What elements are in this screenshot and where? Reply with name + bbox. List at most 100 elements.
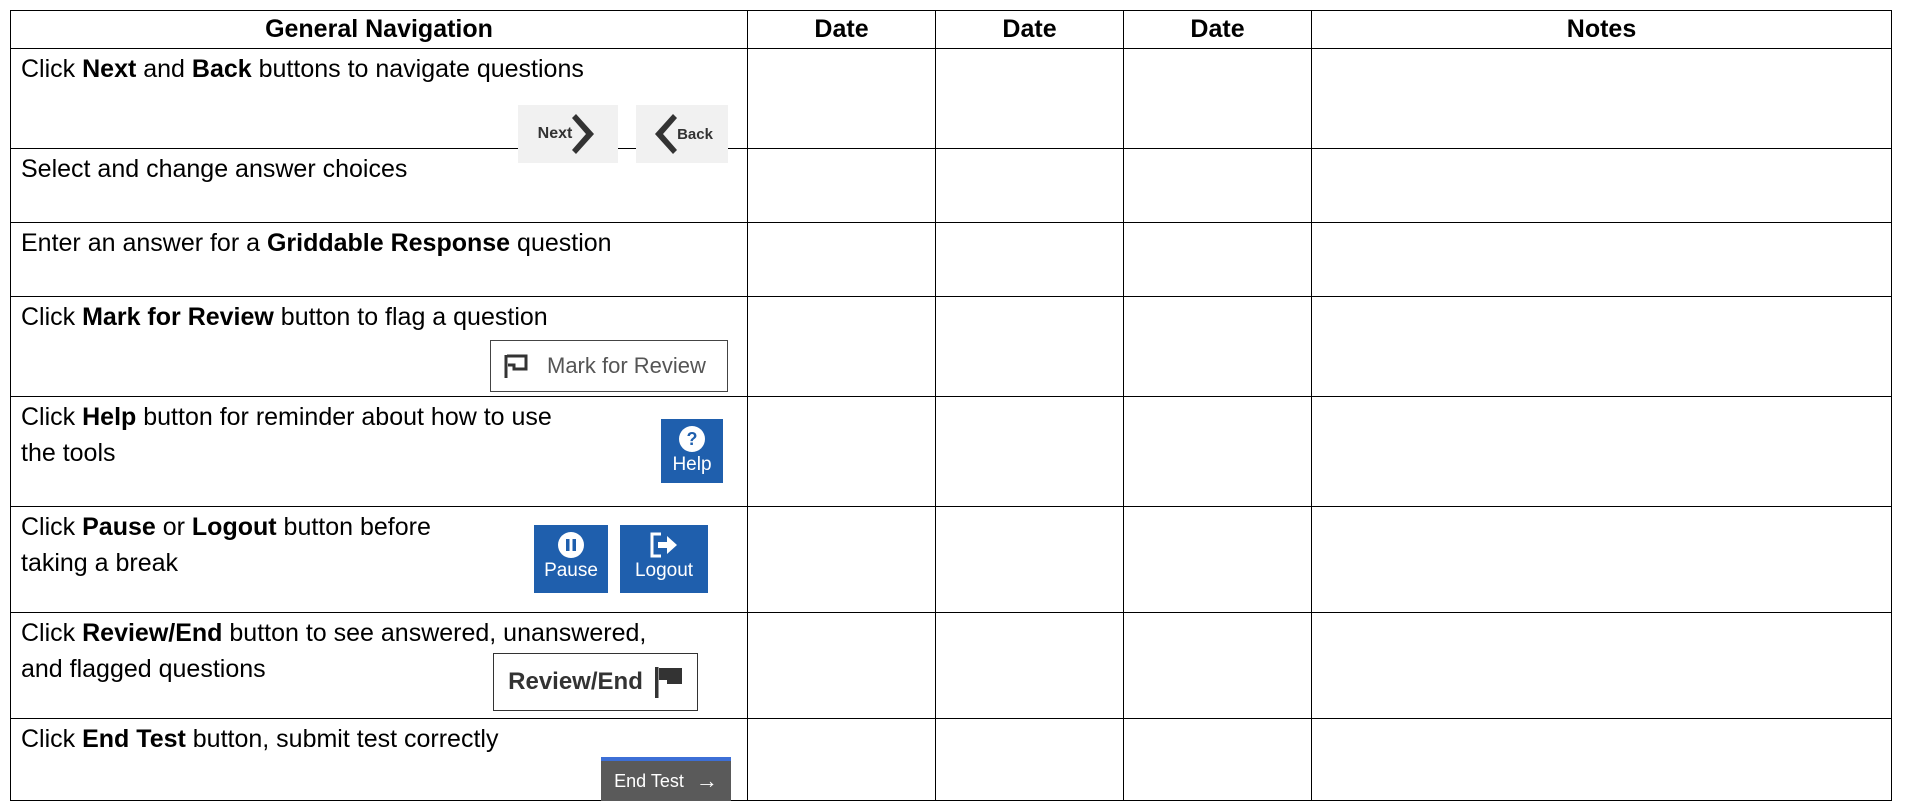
bold-term: Next (82, 55, 137, 83)
table-row: Click Review/End button to see answered,… (10, 612, 1892, 719)
nav-description-cell: Click End Test button, submit test corre… (10, 718, 748, 801)
date-cell[interactable] (747, 48, 936, 149)
row-description: Select and change answer choices (11, 149, 747, 187)
description-text: Click (21, 513, 83, 541)
description-text: Select and change answer choices (21, 155, 408, 183)
description-text: or (155, 513, 192, 541)
notes-cell[interactable] (1311, 296, 1892, 397)
nav-description-cell: Enter an answer for a Griddable Response… (10, 222, 748, 297)
date-cell[interactable] (935, 396, 1124, 507)
date-cell[interactable] (935, 148, 1124, 223)
end-test-button-image: End Test → (601, 757, 731, 801)
notes-cell[interactable] (1311, 48, 1892, 149)
question-circle-icon: ? (679, 426, 705, 452)
description-text: and (136, 55, 192, 83)
bold-term: Mark for Review (82, 303, 274, 331)
header-date-3: Date (1123, 10, 1312, 49)
table-row: Click Next and Back buttons to navigate … (10, 48, 1892, 163)
bold-term: Review/End (82, 619, 223, 647)
date-cell[interactable] (1123, 396, 1312, 507)
description-text: button to flag a question (273, 303, 548, 331)
date-cell[interactable] (935, 612, 1124, 719)
table-row: Enter an answer for a Griddable Response… (10, 222, 1892, 297)
pause-button-image: Pause (534, 525, 608, 593)
table-row: Click Help button for reminder about how… (10, 396, 1892, 507)
date-cell[interactable] (1123, 296, 1312, 397)
date-cell[interactable] (747, 396, 936, 507)
date-cell[interactable] (935, 506, 1124, 613)
header-notes: Notes (1311, 10, 1892, 49)
bold-term: End Test (82, 725, 186, 753)
bold-term: Back (191, 55, 252, 83)
description-text: Click (21, 403, 83, 431)
next-label: Next (537, 125, 573, 142)
date-cell[interactable] (747, 718, 936, 801)
mark-for-review-label: Mark for Review (547, 353, 706, 378)
arrow-right-icon: → (695, 768, 718, 793)
help-label: Help (672, 454, 712, 475)
table-row: Click Pause or Logout button before taki… (10, 506, 1892, 613)
date-cell[interactable] (1123, 506, 1312, 613)
notes-cell[interactable] (1311, 148, 1892, 223)
nav-description-cell: Click Help button for reminder about how… (10, 396, 748, 507)
table-row: Click End Test button, submit test corre… (10, 718, 1892, 801)
bold-term: Griddable Response (266, 229, 511, 257)
row-description: Click Next and Back buttons to navigate … (11, 49, 747, 87)
row-description: Click Help button for reminder about how… (11, 397, 747, 471)
bold-term: Help (82, 403, 137, 431)
notes-cell[interactable] (1311, 612, 1892, 719)
description-text: Enter an answer for a (21, 229, 267, 257)
description-text: button, submit test correctly (185, 725, 499, 753)
date-cell[interactable] (935, 48, 1124, 149)
nav-description-cell: Click Mark for Review button to flag a q… (10, 296, 748, 397)
table-row: Click Mark for Review button to flag a q… (10, 296, 1892, 397)
nav-description-cell: Click Next and Back buttons to navigate … (10, 48, 748, 163)
pause-label: Pause (544, 560, 598, 581)
date-cell[interactable] (935, 222, 1124, 297)
svg-text:?: ? (687, 429, 698, 449)
flag-outline-icon (504, 354, 528, 378)
date-cell[interactable] (747, 148, 936, 223)
header-date-1: Date (747, 10, 936, 49)
notes-cell[interactable] (1311, 222, 1892, 297)
description-text: Click (21, 55, 83, 83)
mark-for-review-button-image: Mark for Review (490, 340, 728, 392)
row-description: Click End Test button, submit test corre… (11, 719, 747, 757)
help-button-image: ? Help (661, 419, 723, 483)
bold-term: Logout (191, 513, 277, 541)
notes-cell[interactable] (1311, 718, 1892, 801)
notes-cell[interactable] (1311, 396, 1892, 507)
logout-arrow-icon (650, 532, 677, 558)
description-text: question (510, 229, 612, 257)
row-description: Enter an answer for a Griddable Response… (11, 223, 747, 261)
date-cell[interactable] (1123, 718, 1312, 801)
date-cell[interactable] (1123, 48, 1312, 149)
description-text: Click (21, 303, 83, 331)
date-cell[interactable] (747, 612, 936, 719)
logout-button-image: Logout (620, 525, 708, 593)
row-description: Click Mark for Review button to flag a q… (11, 297, 747, 335)
end-test-label: End Test (614, 770, 684, 791)
notes-cell[interactable] (1311, 506, 1892, 613)
nav-description-cell: Select and change answer choices (10, 148, 748, 223)
date-cell[interactable] (1123, 222, 1312, 297)
date-cell[interactable] (747, 222, 936, 297)
date-cell[interactable] (747, 506, 936, 613)
navigation-checklist-table: General Navigation Date Date Date Notes … (10, 10, 1892, 801)
date-cell[interactable] (935, 718, 1124, 801)
nav-description-cell: Click Pause or Logout button before taki… (10, 506, 748, 613)
date-cell[interactable] (1123, 612, 1312, 719)
back-label: Back (677, 125, 713, 143)
date-cell[interactable] (935, 296, 1124, 397)
pause-circle-icon (558, 532, 584, 558)
nav-description-cell: Click Review/End button to see answered,… (10, 612, 748, 719)
date-cell[interactable] (1123, 148, 1312, 223)
description-text: Click (21, 619, 83, 647)
date-cell[interactable] (747, 296, 936, 397)
flag-filled-icon (654, 667, 682, 698)
table-row: Select and change answer choices (10, 148, 1892, 223)
header-date-2: Date (935, 10, 1124, 49)
header-general-navigation: General Navigation (10, 10, 748, 49)
logout-label: Logout (634, 560, 694, 581)
description-text: Click (21, 725, 83, 753)
